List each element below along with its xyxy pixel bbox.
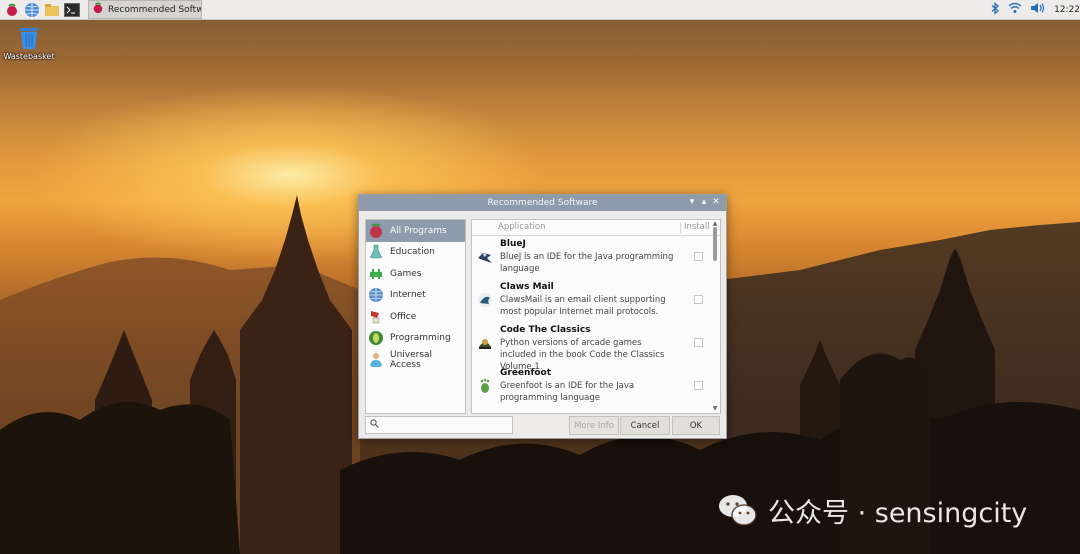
raspberry-icon (370, 223, 382, 238)
category-item-office[interactable]: Office (366, 306, 465, 328)
category-label: All Programs (390, 225, 447, 236)
scroll-up-icon[interactable]: ▲ (711, 220, 719, 227)
bluej-icon (478, 253, 492, 263)
scrollbar-thumb[interactable] (713, 227, 717, 261)
app-name: Code The Classics (500, 325, 591, 335)
scrollbar[interactable]: ▲ ▼ (711, 220, 719, 412)
wastebasket-icon (18, 26, 40, 50)
cancel-button[interactable]: Cancel (620, 416, 670, 435)
desktop-icon-label: Wastebasket (3, 52, 55, 61)
volume-icon[interactable] (1030, 2, 1046, 17)
globe-icon (369, 288, 383, 303)
install-checkbox[interactable] (694, 252, 703, 261)
category-label: Education (390, 247, 435, 258)
terminal-icon[interactable] (64, 2, 80, 18)
category-label: Internet (390, 290, 426, 301)
search-icon (370, 419, 379, 431)
more-info-button[interactable]: More Info (569, 416, 619, 435)
claws-mail-icon (478, 293, 492, 307)
close-icon[interactable]: ✕ (710, 197, 722, 207)
category-label: Games (390, 268, 422, 279)
app-description: Greenfoot is an IDE for the Java program… (500, 381, 635, 403)
ok-button[interactable]: OK (672, 416, 720, 435)
app-description: ClawsMail is an email client supporting … (500, 295, 666, 317)
install-checkbox[interactable] (694, 338, 703, 347)
scroll-down-icon[interactable]: ▼ (711, 405, 719, 412)
app-name: Greenfoot (500, 368, 552, 378)
games-icon (370, 268, 382, 279)
category-item-games[interactable]: Games (366, 263, 465, 285)
office-icon (371, 310, 380, 323)
greenfoot-icon (480, 378, 490, 393)
watermark: 公众号 · sensingcity (718, 490, 1027, 530)
category-label: Universal Access (390, 349, 433, 370)
category-item-programming[interactable]: Programming (366, 328, 465, 350)
column-header-application[interactable]: Application (498, 222, 546, 232)
programming-icon (369, 331, 383, 346)
education-icon (369, 244, 383, 259)
app-name: BlueJ (500, 239, 526, 249)
taskbar: Recommended Softw... 12:22 (0, 0, 1080, 20)
app-description: BlueJ is an IDE for the Java programming… (500, 252, 674, 274)
minimize-icon[interactable]: ▾ (686, 197, 698, 207)
app-name: Claws Mail (500, 282, 554, 292)
list-item[interactable]: Claws Mail ClawsMail is an email client … (472, 279, 720, 322)
accessibility-icon (370, 352, 382, 367)
category-item-all-programs[interactable]: All Programs (366, 220, 465, 242)
file-manager-icon[interactable] (44, 2, 60, 18)
list-item[interactable]: Greenfoot Greenfoot is an IDE for the Ja… (472, 365, 720, 408)
column-header-install[interactable]: Install (684, 222, 710, 232)
watermark-text: 公众号 · sensingcity (768, 497, 1028, 529)
list-header: Application Install (472, 220, 720, 236)
wifi-icon[interactable] (1008, 2, 1022, 17)
category-item-education[interactable]: Education (366, 242, 465, 264)
category-label: Office (390, 311, 417, 322)
application-list: Application Install BlueJ BlueJ is an ID… (471, 219, 721, 414)
maximize-icon[interactable]: ▴ (698, 197, 710, 207)
column-separator (680, 222, 681, 233)
category-list: All Programs Education Games Internet Of… (365, 219, 466, 414)
bluetooth-icon[interactable] (991, 1, 1000, 18)
dialog-title: Recommended Software (487, 198, 598, 208)
raspberry-menu-icon[interactable] (4, 2, 20, 18)
list-item[interactable]: Code The Classics Python versions of arc… (472, 322, 720, 372)
browser-icon[interactable] (24, 2, 40, 18)
desktop-icon-wastebasket[interactable]: Wastebasket (2, 26, 56, 61)
code-the-classics-icon (479, 339, 491, 349)
category-item-universal-access[interactable]: Universal Access (366, 349, 465, 371)
category-label: Programming (390, 333, 451, 344)
install-checkbox[interactable] (694, 381, 703, 390)
install-checkbox[interactable] (694, 295, 703, 304)
system-tray: 12:22 (983, 0, 1080, 19)
category-item-internet[interactable]: Internet (366, 285, 465, 307)
list-item[interactable]: BlueJ BlueJ is an IDE for the Java progr… (472, 236, 720, 279)
search-input[interactable] (365, 416, 513, 434)
raspberry-icon (92, 2, 104, 17)
clock[interactable]: 12:22 (1054, 5, 1080, 15)
taskbar-window-title: Recommended Softw... (108, 4, 202, 15)
taskbar-window-button[interactable]: Recommended Softw... (88, 0, 202, 19)
dialog-titlebar[interactable]: Recommended Software ▾ ▴ ✕ (359, 195, 726, 211)
recommended-software-dialog: Recommended Software ▾ ▴ ✕ All Programs … (358, 194, 727, 439)
wechat-icon (719, 495, 757, 526)
